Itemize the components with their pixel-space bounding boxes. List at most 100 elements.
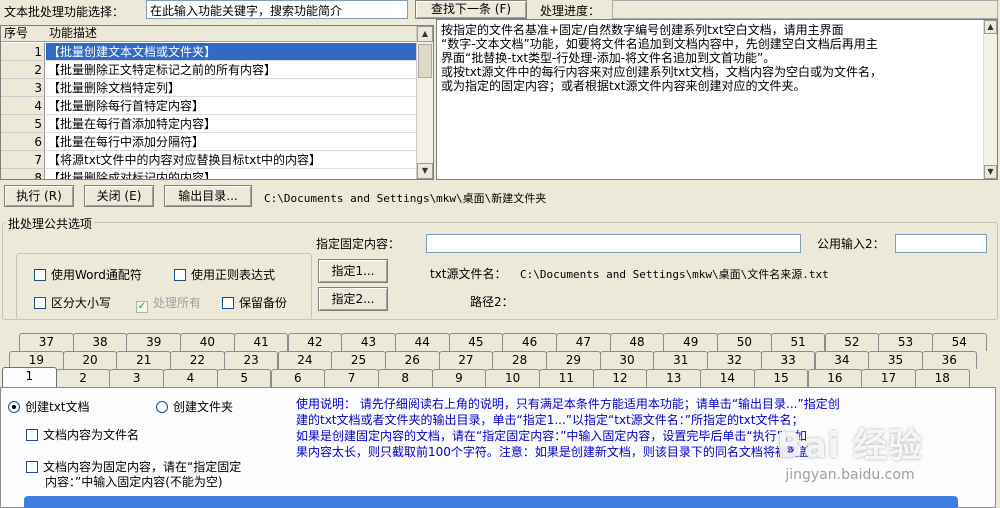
assign2-button[interactable]: 指定2... [318, 287, 388, 311]
tab-44[interactable]: 44 [394, 333, 450, 351]
tab-22[interactable]: 22 [170, 351, 225, 369]
tab-29[interactable]: 29 [546, 351, 601, 369]
fixed-content-label: 指定固定内容： [316, 237, 401, 251]
tab-41[interactable]: 41 [233, 333, 289, 351]
tab-20[interactable]: 20 [62, 351, 118, 369]
tab-1[interactable]: 1 [2, 367, 57, 387]
tab-32[interactable]: 32 [707, 351, 762, 369]
word-wildcard-checkbox[interactable]: 使用Word通配符 [34, 268, 142, 282]
tab-12[interactable]: 12 [592, 369, 648, 387]
case-sensitive-checkbox[interactable]: 区分大小写 [34, 296, 111, 310]
tab-50[interactable]: 50 [717, 333, 772, 351]
tab-48[interactable]: 48 [609, 333, 665, 351]
tab-38[interactable]: 38 [72, 333, 128, 351]
tab-9[interactable]: 9 [431, 369, 487, 387]
tab-27[interactable]: 27 [438, 351, 494, 369]
create-txt-radio[interactable]: 创建txt文档 [8, 400, 90, 414]
function-list[interactable]: 序号 功能描述 1 【批量创建文本文档或文件夹】 2 【批量删除正文特定标记之前… [0, 25, 434, 180]
tab-2[interactable]: 2 [55, 369, 111, 387]
tab-21[interactable]: 21 [116, 351, 172, 369]
tab-36[interactable]: 36 [921, 351, 977, 369]
list-item[interactable]: 3 【批量删除文档特定列】 [1, 79, 417, 97]
function-search-input[interactable]: 在此输入功能关键字，搜索功能简介 [146, 0, 408, 19]
content-fixed-checkbox[interactable]: 文档内容为固定内容，请在“指定固定 内容：”中输入固定内容(不能为空) [26, 460, 241, 490]
create-folder-radio[interactable]: 创建文件夹 [156, 400, 233, 414]
public-input2-label: 公用输入2： [817, 237, 885, 251]
output-path: C:\Documents and Settings\mkw\桌面\新建文件夹 [264, 192, 547, 205]
tab-10[interactable]: 10 [485, 369, 540, 387]
txt-source-path: C:\Documents and Settings\mkw\桌面\文件名来源.t… [520, 268, 829, 281]
tab-35[interactable]: 35 [868, 351, 923, 369]
assign1-button[interactable]: 指定1... [318, 259, 388, 283]
tab-8[interactable]: 8 [377, 369, 433, 387]
list-item[interactable]: 2 【批量删除正文特定标记之前的所有内容】 [1, 61, 417, 79]
content-filename-checkbox[interactable]: 文档内容为文件名 [26, 428, 139, 442]
tab-52[interactable]: 52 [824, 333, 880, 351]
tab-37[interactable]: 37 [19, 333, 74, 351]
tab-17[interactable]: 17 [861, 369, 916, 387]
tab-15[interactable]: 15 [753, 369, 809, 387]
list-item[interactable]: 5 【批量在每行首添加特定内容】 [1, 115, 417, 133]
scroll-thumb[interactable] [418, 44, 432, 78]
tab-14[interactable]: 14 [700, 369, 755, 387]
list-item[interactable]: 1 【批量创建文本文档或文件夹】 [1, 43, 417, 61]
execute-button[interactable]: 执行 (R) [4, 185, 74, 207]
tab-13[interactable]: 13 [646, 369, 702, 387]
txt-source-label: txt源文件名： [430, 267, 507, 281]
tab-11[interactable]: 11 [539, 369, 594, 387]
tab-54[interactable]: 54 [931, 333, 987, 351]
tab-24[interactable]: 24 [277, 351, 333, 369]
tab-16[interactable]: 16 [807, 369, 863, 387]
function-description: 按指定的文件名基准+固定/自然数字编号创建系列txt空白文档，请用主界面 “数字… [436, 19, 998, 180]
checkbox-icon [26, 461, 38, 473]
close-button[interactable]: 关闭 (E) [84, 185, 154, 207]
col-desc-header: 功能描述 [49, 26, 98, 40]
checkmark-icon: ✓ [136, 301, 148, 313]
tab-28[interactable]: 28 [492, 351, 547, 369]
tab-4[interactable]: 4 [163, 369, 218, 387]
regex-checkbox[interactable]: 使用正则表达式 [174, 268, 275, 282]
tab-45[interactable]: 45 [448, 333, 504, 351]
checkbox-icon [34, 269, 46, 281]
tab-47[interactable]: 47 [556, 333, 611, 351]
process-all-checkbox[interactable]: ✓ 处理所有 [136, 296, 201, 313]
scroll-down-icon[interactable]: ▼ [417, 163, 433, 179]
tab-33[interactable]: 33 [760, 351, 816, 369]
radio-icon [156, 401, 168, 413]
tab-51[interactable]: 51 [770, 333, 826, 351]
tab-46[interactable]: 46 [502, 333, 557, 351]
tab-26[interactable]: 26 [384, 351, 440, 369]
desc-scroll-up-icon[interactable]: ▲ [984, 20, 997, 34]
tab-7[interactable]: 7 [324, 369, 379, 387]
fixed-content-input[interactable] [426, 234, 801, 253]
tab-53[interactable]: 53 [878, 333, 933, 351]
tab-23[interactable]: 23 [223, 351, 279, 369]
tab-34[interactable]: 34 [814, 351, 870, 369]
tab-6[interactable]: 6 [270, 369, 326, 387]
output-dir-button[interactable]: 输出目录... [164, 185, 252, 207]
scroll-up-icon[interactable]: ▲ [417, 26, 433, 42]
list-item[interactable]: 6 【批量在每行中添加分隔符】 [1, 133, 417, 151]
desc-scrollbar[interactable]: ▲ ▼ [983, 20, 997, 179]
tab-43[interactable]: 43 [341, 333, 396, 351]
keep-backup-checkbox[interactable]: 保留备份 [222, 296, 287, 310]
checkbox-icon [26, 429, 38, 441]
tab-3[interactable]: 3 [109, 369, 165, 387]
list-item[interactable]: 7 【将源txt文件中的内容对应替换目标txt中的内容】 [1, 151, 417, 169]
tab-30[interactable]: 30 [599, 351, 655, 369]
public-input2-field[interactable] [895, 234, 987, 253]
tab-25[interactable]: 25 [331, 351, 386, 369]
desc-scroll-down-icon[interactable]: ▼ [984, 165, 997, 179]
tab-49[interactable]: 49 [663, 333, 719, 351]
list-scrollbar[interactable]: ▲ ▼ [416, 26, 433, 179]
list-item[interactable]: 4 【批量删除每行首特定内容】 [1, 97, 417, 115]
checkbox-icon [34, 297, 46, 309]
tab-40[interactable]: 40 [180, 333, 235, 351]
tab-18[interactable]: 18 [914, 369, 970, 387]
tab-39[interactable]: 39 [126, 333, 182, 351]
find-next-button[interactable]: 查找下一条 (F) [415, 0, 527, 19]
list-item[interactable]: 8 【批量删除成对标记内的内容】 [1, 169, 417, 179]
tab-5[interactable]: 5 [216, 369, 272, 387]
tab-42[interactable]: 42 [287, 333, 343, 351]
tab-31[interactable]: 31 [653, 351, 709, 369]
